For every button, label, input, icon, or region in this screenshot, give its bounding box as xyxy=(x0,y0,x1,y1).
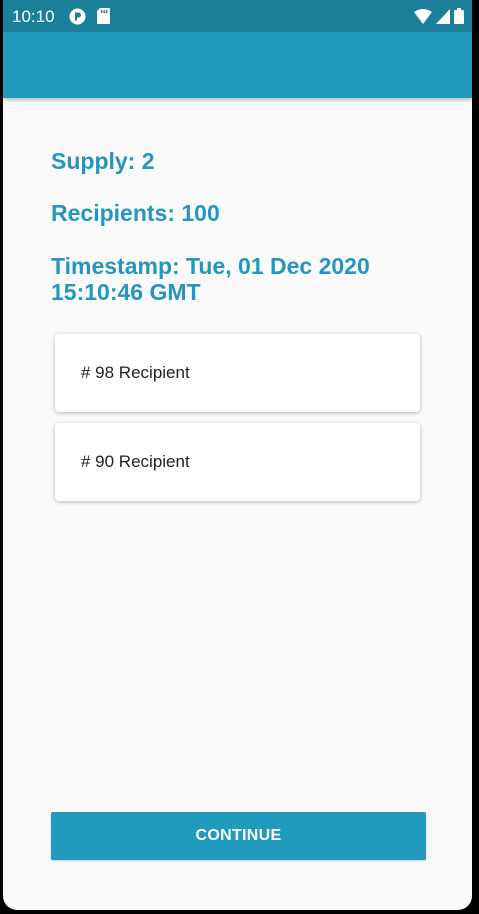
timestamp-line-2: 15:10:46 GMT xyxy=(51,279,201,305)
sd-card-icon xyxy=(97,8,110,29)
app-notification-icon xyxy=(69,8,86,30)
recipient-label: # 98 Recipient xyxy=(81,363,190,382)
device-frame: 10:10 Supply: 2 Recipients: 100 Timestam… xyxy=(0,0,475,914)
timestamp-text: Timestamp: Tue, 01 Dec 2020 15:10:46 GMT xyxy=(51,253,370,305)
recipient-label: # 90 Recipient xyxy=(81,452,190,471)
supply-text: Supply: 2 xyxy=(51,148,155,174)
continue-button[interactable]: CONTINUE xyxy=(51,812,426,860)
status-bar: 10:10 xyxy=(3,0,472,32)
app-bar xyxy=(3,32,472,98)
wifi-icon xyxy=(414,8,432,29)
timestamp-line-1: Timestamp: Tue, 01 Dec 2020 xyxy=(51,253,370,279)
screen: 10:10 Supply: 2 Recipients: 100 Timestam… xyxy=(3,0,472,910)
status-right-icons xyxy=(414,8,464,29)
battery-icon xyxy=(454,8,464,29)
recipients-text: Recipients: 100 xyxy=(51,200,220,226)
recipient-card[interactable]: # 98 Recipient xyxy=(55,334,420,412)
cell-signal-icon xyxy=(436,8,450,29)
recipient-card[interactable]: # 90 Recipient xyxy=(55,423,420,501)
status-time: 10:10 xyxy=(12,7,55,26)
